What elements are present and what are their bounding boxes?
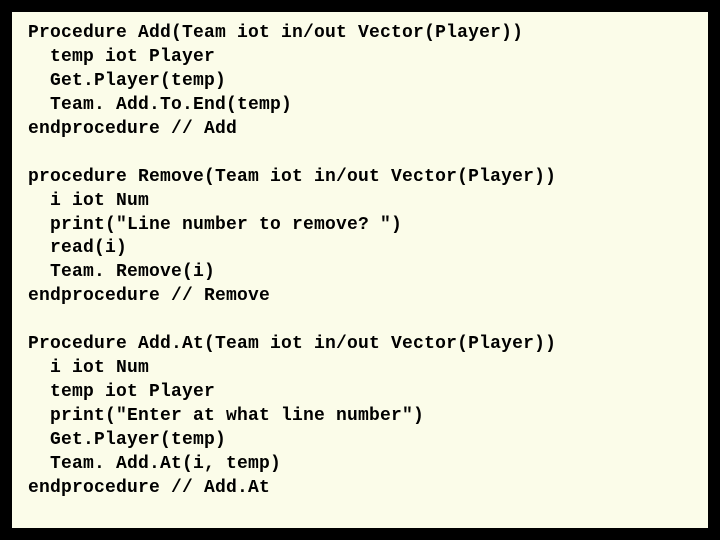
code-frame: Procedure Add(Team iot in/out Vector(Pla… <box>10 10 710 530</box>
code-block: Procedure Add(Team iot in/out Vector(Pla… <box>28 22 692 501</box>
